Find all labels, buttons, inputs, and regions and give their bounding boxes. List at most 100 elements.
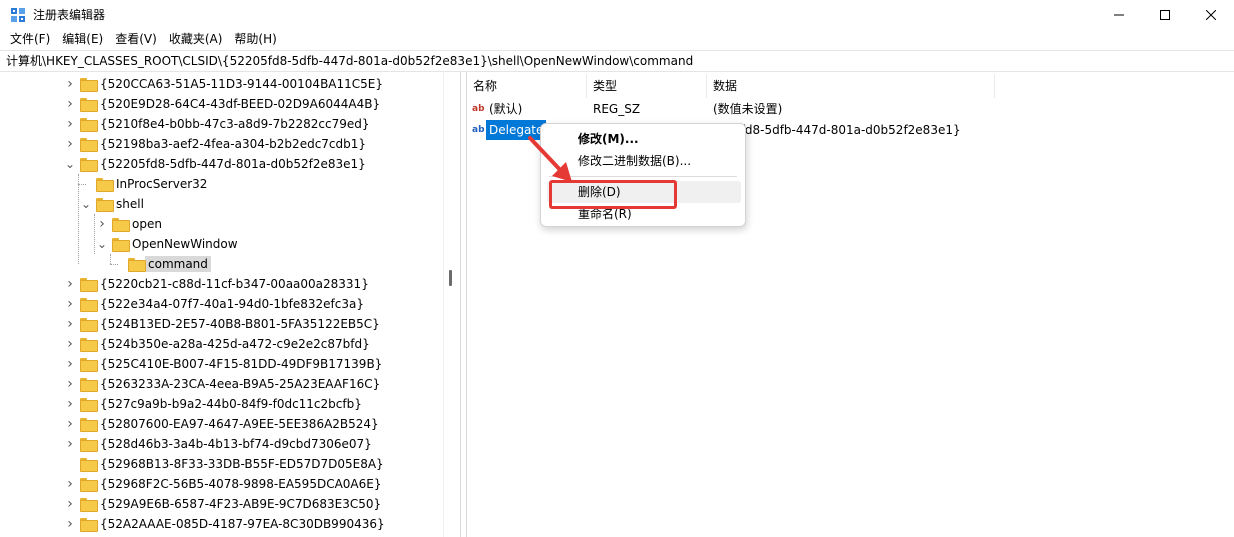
folder-icon bbox=[112, 238, 130, 252]
title-bar: 注册表编辑器 bbox=[0, 0, 1234, 29]
tree-node[interactable]: command bbox=[110, 254, 211, 274]
tree-node[interactable]: › {528d46b3-3a4b-4b13-bf74-d9cbd7306e07} bbox=[62, 434, 372, 454]
tree-node-label: open bbox=[132, 217, 162, 231]
chevron-right-icon[interactable]: › bbox=[62, 434, 78, 454]
folder-icon bbox=[80, 398, 98, 412]
tree-node-label: {52A2AAAE-085D-4187-97EA-8C30DB990436} bbox=[100, 517, 385, 531]
string-value-icon: ab bbox=[472, 125, 485, 135]
chevron-right-icon[interactable]: › bbox=[62, 114, 78, 134]
chevron-right-icon[interactable]: › bbox=[62, 94, 78, 114]
tree-node[interactable]: {52968B13-8F33-33DB-B55F-ED57D7D05E8A} bbox=[62, 454, 384, 474]
tree-node-label: {525C410E-B007-4F15-81DD-49DF9B17139B} bbox=[100, 357, 383, 371]
chevron-right-icon[interactable]: › bbox=[62, 394, 78, 414]
pane-splitter[interactable] bbox=[449, 270, 452, 286]
value-type: REG_SZ bbox=[593, 102, 641, 116]
folder-icon bbox=[96, 178, 114, 192]
chevron-right-icon[interactable]: › bbox=[62, 134, 78, 154]
tree-node[interactable]: › {52198ba3-aef2-4fea-a304-b2b2edc7cdb1} bbox=[62, 134, 366, 154]
tree-node[interactable]: › {520E9D28-64C4-43df-BEED-02D9A6044A4B} bbox=[62, 94, 380, 114]
folder-icon bbox=[96, 198, 114, 212]
tree-node[interactable]: › {524B13ED-2E57-40B8-B801-5FA35122EB5C} bbox=[62, 314, 380, 334]
registry-editor-icon bbox=[11, 8, 25, 22]
tree-node[interactable]: › {522e34a4-07f7-40a1-94d0-1bfe832efc3a} bbox=[62, 294, 364, 314]
tree-connector bbox=[62, 454, 78, 474]
folder-icon bbox=[112, 218, 130, 232]
chevron-right-icon[interactable]: › bbox=[62, 74, 78, 94]
tree-node[interactable]: › {5220cb21-c88d-11cf-b347-00aa00a28331} bbox=[62, 274, 369, 294]
tree-node[interactable]: › {52807600-EA97-4647-A9EE-5EE386A2B524} bbox=[62, 414, 379, 434]
tree-node[interactable]: › {5263233A-23CA-4eea-B9A5-25A23EAAF16C} bbox=[62, 374, 380, 394]
annotation-arrow-icon bbox=[528, 136, 572, 182]
maximize-icon bbox=[1160, 9, 1170, 20]
folder-icon bbox=[80, 338, 98, 352]
tree-node-label: {524b350e-a28a-425d-a472-c9e2e2c87bfd} bbox=[100, 337, 370, 351]
chevron-right-icon[interactable]: › bbox=[62, 294, 78, 314]
folder-icon bbox=[80, 118, 98, 132]
chevron-right-icon[interactable]: › bbox=[62, 274, 78, 294]
key-tree: › {520CCA63-51A5-11D3-9144-00104BA11C5E} ›… bbox=[0, 72, 461, 537]
address-bar[interactable]: 计算机\HKEY_CLASSES_ROOT\CLSID\{52205fd8-5d… bbox=[0, 50, 1234, 72]
close-button[interactable] bbox=[1188, 0, 1234, 29]
open-folder-icon bbox=[128, 258, 146, 272]
maximize-button[interactable] bbox=[1142, 0, 1188, 29]
folder-icon bbox=[80, 138, 98, 152]
menu-help[interactable]: 帮助(H) bbox=[228, 29, 282, 50]
tree-node[interactable]: ⌄ shell bbox=[78, 194, 144, 214]
tree-connector-line bbox=[78, 184, 86, 185]
chevron-down-icon[interactable]: ⌄ bbox=[78, 194, 94, 214]
tree-connector-line bbox=[94, 214, 95, 254]
column-type[interactable]: 类型 bbox=[587, 74, 707, 98]
menu-bar: 文件(F) 编辑(E) 查看(V) 收藏夹(A) 帮助(H) bbox=[0, 29, 1234, 50]
tree-node[interactable]: › {529A9E6B-6587-4F23-AB9E-9C7D683E3C50} bbox=[62, 494, 381, 514]
tree-node-label: {52968F2C-56B5-4078-9898-EA595DCA0A6E} bbox=[100, 477, 382, 491]
string-value-icon: ab bbox=[472, 104, 485, 114]
tree-node[interactable]: › {52968F2C-56B5-4078-9898-EA595DCA0A6E} bbox=[62, 474, 381, 494]
tree-node-label: command bbox=[145, 256, 211, 272]
chevron-right-icon[interactable]: › bbox=[62, 354, 78, 374]
value-row[interactable]: ab (默认) REG_SZ (数值未设置) bbox=[467, 99, 1234, 119]
chevron-right-icon[interactable]: › bbox=[62, 334, 78, 354]
tree-node[interactable]: ⌄ OpenNewWindow bbox=[94, 234, 238, 254]
tree-node[interactable]: › {525C410E-B007-4F15-81DD-49DF9B17139B} bbox=[62, 354, 382, 374]
chevron-down-icon[interactable]: ⌄ bbox=[94, 234, 110, 254]
tree-node-label: {52807600-EA97-4647-A9EE-5EE386A2B524} bbox=[100, 417, 379, 431]
chevron-right-icon[interactable]: › bbox=[62, 414, 78, 434]
chevron-right-icon[interactable]: › bbox=[62, 474, 78, 494]
menu-view[interactable]: 查看(V) bbox=[109, 29, 163, 50]
minimize-button[interactable] bbox=[1096, 0, 1142, 29]
tree-node-label: {52198ba3-aef2-4fea-a304-b2b2edc7cdb1} bbox=[100, 137, 367, 151]
chevron-down-icon[interactable]: ⌄ bbox=[62, 154, 78, 174]
tree-node[interactable]: › {520CCA63-51A5-11D3-9144-00104BA11C5E} bbox=[62, 74, 383, 94]
tree-scrollbar[interactable] bbox=[443, 72, 460, 537]
column-data[interactable]: 数据 bbox=[707, 74, 995, 98]
tree-node[interactable]: › {5210f8e4-b0bb-47c3-a8d9-7b2282cc79ed} bbox=[62, 114, 370, 134]
folder-icon bbox=[80, 278, 98, 292]
column-name[interactable]: 名称 bbox=[467, 74, 587, 98]
tree-node-label: {520E9D28-64C4-43df-BEED-02D9A6044A4B} bbox=[100, 97, 381, 111]
chevron-right-icon[interactable]: › bbox=[62, 494, 78, 514]
tree-node[interactable]: › {524b350e-a28a-425d-a472-c9e2e2c87bfd} bbox=[62, 334, 370, 354]
tree-node[interactable]: › open bbox=[94, 214, 162, 234]
folder-icon bbox=[80, 458, 98, 472]
tree-node-label: {5210f8e4-b0bb-47c3-a8d9-7b2282cc79ed} bbox=[100, 117, 370, 131]
tree-node[interactable]: › {52A2AAAE-085D-4187-97EA-8C30DB990436} bbox=[62, 514, 385, 534]
folder-icon bbox=[80, 358, 98, 372]
menu-favorites[interactable]: 收藏夹(A) bbox=[163, 29, 229, 50]
folder-icon bbox=[80, 298, 98, 312]
tree-connector-line bbox=[78, 174, 79, 264]
chevron-right-icon[interactable]: › bbox=[62, 314, 78, 334]
tree-node-label: {52205fd8-5dfb-447d-801a-d0b52f2e83e1} bbox=[100, 157, 366, 171]
tree-node[interactable]: › {527c9a9b-b9a2-44b0-84f9-f0dc11c2bcfb} bbox=[62, 394, 362, 414]
tree-connector-line bbox=[110, 264, 118, 265]
chevron-right-icon[interactable]: › bbox=[62, 514, 78, 534]
menu-file[interactable]: 文件(F) bbox=[4, 29, 56, 50]
chevron-right-icon[interactable]: › bbox=[94, 214, 110, 234]
menu-edit[interactable]: 编辑(E) bbox=[56, 29, 109, 50]
chevron-right-icon[interactable]: › bbox=[62, 374, 78, 394]
tree-node-label: shell bbox=[116, 197, 144, 211]
close-icon bbox=[1206, 9, 1216, 20]
folder-icon bbox=[80, 438, 98, 452]
tree-node[interactable]: ⌄ {52205fd8-5dfb-447d-801a-d0b52f2e83e1} bbox=[62, 154, 366, 174]
tree-node[interactable]: InProcServer32 bbox=[78, 174, 207, 194]
tree-node-label: {5220cb21-c88d-11cf-b347-00aa00a28331} bbox=[100, 277, 369, 291]
